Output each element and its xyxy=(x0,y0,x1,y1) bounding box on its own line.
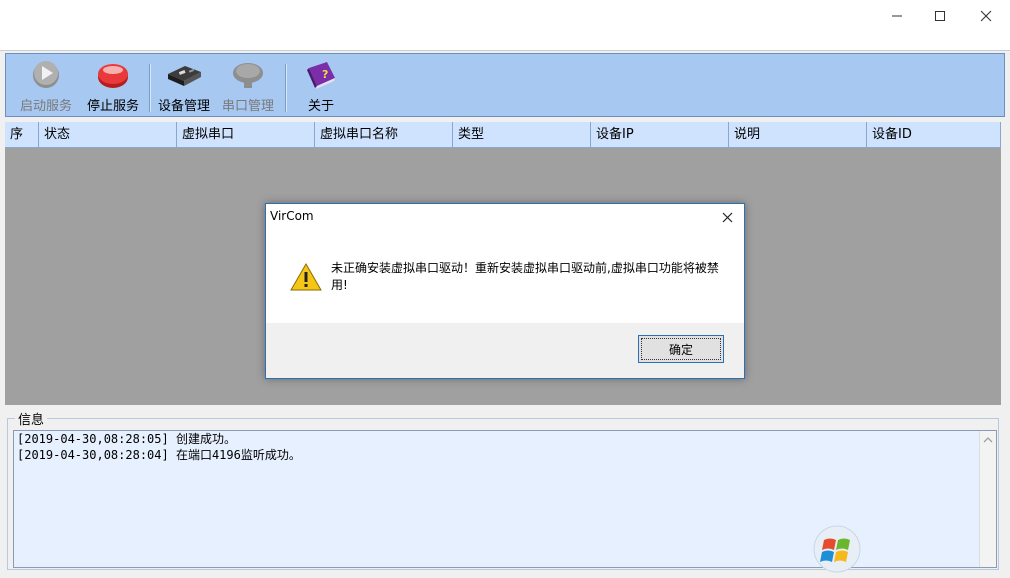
stop-service-label: 停止服务 xyxy=(86,99,139,114)
column-header[interactable]: 说明 xyxy=(729,122,867,148)
maximize-icon xyxy=(935,11,945,21)
about-button[interactable]: ? 关于 xyxy=(296,58,346,114)
toolbar-separator xyxy=(149,64,151,112)
close-button[interactable] xyxy=(963,0,1009,32)
warning-icon xyxy=(290,262,322,291)
maximize-button[interactable] xyxy=(917,0,963,32)
log-line: [2019-04-30,08:28:05] 创建成功。 xyxy=(17,432,236,446)
dialog-footer: 确定 xyxy=(266,323,744,378)
dialog-message: 未正确安装虚拟串口驱动！重新安装虚拟串口驱动前,虚拟串口功能将被禁用! xyxy=(331,261,719,292)
about-book-icon: ? xyxy=(307,61,335,89)
play-icon xyxy=(33,60,59,88)
column-header[interactable]: 序 xyxy=(5,122,39,148)
warning-dialog: VirCom 未正确安装虚拟串口驱动！重新安装虚拟串口驱动前,虚拟串口功能将被禁… xyxy=(265,203,745,379)
windows-logo-icon xyxy=(813,525,861,573)
serial-manage-button[interactable]: 串口管理 xyxy=(218,58,278,114)
stop-icon xyxy=(98,63,128,88)
window-titlebar xyxy=(0,0,1010,32)
start-service-button[interactable]: 启动服务 xyxy=(14,58,78,114)
info-legend: 信息 xyxy=(15,409,48,428)
device-manage-button[interactable]: 设备管理 xyxy=(154,58,214,114)
serial-manage-label: 串口管理 xyxy=(221,99,274,114)
device-manage-label: 设备管理 xyxy=(157,99,210,114)
column-header[interactable]: 状态 xyxy=(39,122,177,148)
dialog-title: VirCom xyxy=(270,209,314,223)
device-icon xyxy=(168,65,201,86)
toolbar-separator xyxy=(285,64,287,112)
column-header[interactable]: 虚拟串口 xyxy=(177,122,315,148)
dialog-close-button[interactable] xyxy=(716,207,738,227)
about-label: 关于 xyxy=(307,99,334,114)
scroll-up-icon xyxy=(983,437,993,443)
column-header[interactable]: 类型 xyxy=(453,122,591,148)
column-header[interactable]: 设备IP xyxy=(591,122,729,148)
start-service-label: 启动服务 xyxy=(19,99,72,114)
close-icon xyxy=(980,10,992,22)
close-icon xyxy=(722,212,732,222)
stop-service-button[interactable]: 停止服务 xyxy=(80,58,146,114)
ok-button[interactable]: 确定 xyxy=(638,335,724,363)
column-header[interactable]: 设备ID xyxy=(867,122,1001,148)
minimize-button[interactable] xyxy=(874,0,920,32)
watermark-logo xyxy=(812,524,1008,574)
toolbar: 启动服务 停止服务 设备管理 串口管理 ? 关于 xyxy=(5,53,1005,117)
minimize-icon xyxy=(892,15,902,17)
column-header[interactable]: 虚拟串口名称 xyxy=(315,122,453,148)
log-line: [2019-04-30,08:28:04] 在端口4196监听成功。 xyxy=(17,448,301,462)
table-header: 序 状态 虚拟串口 虚拟串口名称 类型 设备IP 说明 设备ID xyxy=(5,122,1001,148)
svg-text:?: ? xyxy=(322,68,328,81)
serial-port-icon xyxy=(233,62,263,88)
